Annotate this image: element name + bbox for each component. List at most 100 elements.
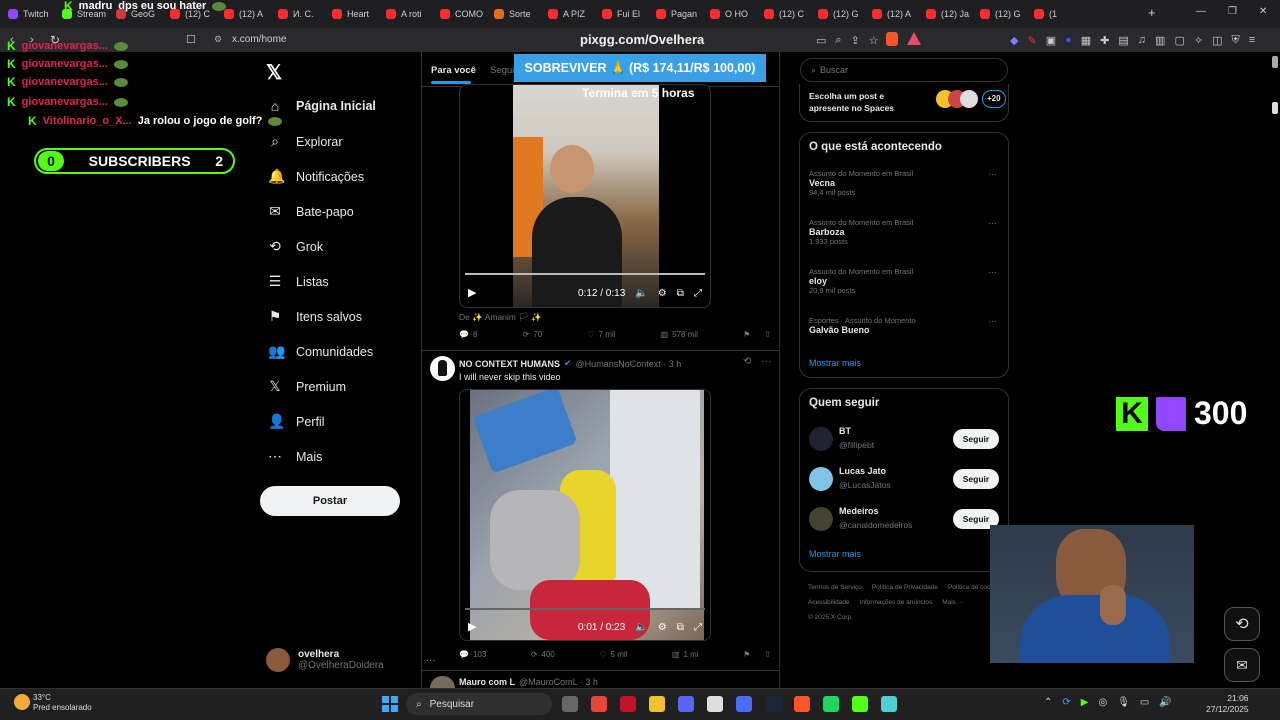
obs-kick-icon[interactable]: [852, 696, 868, 712]
zoom-icon[interactable]: ⌕: [835, 34, 841, 47]
search-input[interactable]: ⌕ Buscar: [800, 58, 1008, 82]
browser-tab[interactable]: (12) A: [864, 0, 918, 28]
extension-icon[interactable]: ▣: [1046, 34, 1056, 47]
menu-icon[interactable]: ≡: [1249, 34, 1255, 47]
taskbar-search[interactable]: ⌕ Pesquisar: [406, 693, 552, 715]
browser-tab[interactable]: Fui El: [594, 0, 648, 28]
share-icon[interactable]: ⇧: [764, 650, 771, 659]
browser-tab[interactable]: (1: [1026, 0, 1080, 28]
follow-suggestion[interactable]: Medeiros @canaldomedeiros Seguir: [809, 505, 1001, 533]
browser-tab[interactable]: Sorte: [486, 0, 540, 28]
volume-icon[interactable]: 🔊: [1159, 697, 1171, 708]
windows-start-icon[interactable]: [382, 696, 398, 712]
more-icon[interactable]: ···: [761, 356, 771, 367]
discord-icon[interactable]: [678, 696, 694, 712]
like-button[interactable]: ♡ 5 mil: [599, 650, 627, 659]
show-more-link[interactable]: Mostrar mais: [809, 549, 861, 559]
chrome-icon[interactable]: [591, 696, 607, 712]
footer-link[interactable]: Acessibilidade: [808, 595, 850, 610]
more-icon[interactable]: ···: [988, 316, 997, 326]
wallet-icon[interactable]: ▤: [1118, 34, 1128, 47]
more-icon[interactable]: ···: [988, 218, 997, 228]
video-progress[interactable]: [465, 273, 705, 275]
pip-icon[interactable]: ⧉: [677, 288, 684, 299]
new-tab-icon[interactable]: +: [1148, 5, 1156, 20]
follow-suggestion[interactable]: Lucas Jato @LucasJatos Seguir: [809, 465, 1001, 493]
nav-item-premium[interactable]: 𝕏 Premium: [268, 378, 346, 395]
arrow-app-icon[interactable]: [736, 696, 752, 712]
post-button[interactable]: Postar: [260, 486, 400, 516]
volume-icon[interactable]: 🔈: [635, 622, 647, 633]
puzzle-icon[interactable]: ✚: [1100, 34, 1109, 47]
tab-for-you[interactable]: Para você: [431, 65, 476, 76]
pip-icon[interactable]: ⧉: [677, 622, 684, 633]
app-icon[interactable]: [707, 696, 723, 712]
reply-button[interactable]: 💬 8: [459, 330, 477, 339]
browser-tab[interactable]: A PIZ: [540, 0, 594, 28]
views-button[interactable]: ▥ 578 mil: [661, 330, 698, 339]
extension-icon[interactable]: ▦: [1081, 34, 1091, 47]
opera-icon[interactable]: [620, 696, 636, 712]
wallet2-icon[interactable]: ▢: [1174, 34, 1184, 47]
settings-icon[interactable]: ⚙: [658, 622, 667, 633]
video-source[interactable]: De ✨ Amanim 🏳 ✨: [459, 312, 542, 323]
browser-tab[interactable]: Pagan: [648, 0, 702, 28]
follow-button[interactable]: Seguir: [953, 469, 999, 489]
tab-following[interactable]: Segui: [490, 65, 514, 76]
trend-item[interactable]: Assunto do Momento em Brasil Vecna 94,4 mi…: [809, 169, 1001, 197]
trend-item[interactable]: Assunto do Momento em Brasil Barboza 1.933…: [809, 218, 1001, 246]
grok-float-icon[interactable]: ⟲: [1224, 607, 1260, 641]
like-button[interactable]: ♡ 7 mil: [587, 330, 615, 339]
browser-tab[interactable]: (12) Ja: [918, 0, 972, 28]
footer-link[interactable]: Informações de anúncios: [860, 595, 933, 610]
folder-icon[interactable]: [649, 696, 665, 712]
screen-icon[interactable]: ▭: [816, 34, 826, 47]
nav-item-perfil[interactable]: 👤 Perfil: [268, 413, 324, 430]
repost-button[interactable]: ⟳ 400: [531, 650, 555, 659]
browser-tab[interactable]: (12) G: [972, 0, 1026, 28]
grok-icon[interactable]: ⟲: [743, 356, 751, 367]
clock[interactable]: 21:06 27/12/2025: [1206, 693, 1249, 715]
follow-button[interactable]: Seguir: [953, 429, 999, 449]
chevron-up-icon[interactable]: ⌃: [1044, 697, 1052, 708]
bookmark-button[interactable]: ⚑ ⇧: [743, 330, 771, 339]
browser-tab[interactable]: A roti: [378, 0, 432, 28]
file-explorer-icon[interactable]: [562, 696, 578, 712]
nav-item-listas[interactable]: ☰ Listas: [268, 273, 329, 290]
author-name[interactable]: NO CONTEXT HUMANS: [459, 359, 560, 369]
scrollbar-up[interactable]: [1272, 56, 1278, 68]
video-progress[interactable]: [465, 608, 705, 610]
scrollbar-thumb[interactable]: [1272, 102, 1278, 114]
author-name[interactable]: Mauro com L: [459, 677, 515, 687]
shield-icon[interactable]: ⛨: [1231, 34, 1239, 47]
browser-tab[interactable]: И. С.: [270, 0, 324, 28]
extension-icon[interactable]: ●: [1065, 34, 1072, 47]
bookmark-page-icon[interactable]: ☐: [186, 33, 196, 46]
nav-item-bate-papo[interactable]: ✉ Bate-papo: [268, 203, 354, 220]
settings-icon[interactable]: ⚙: [658, 288, 667, 299]
notes-icon[interactable]: [881, 696, 897, 712]
nav-item-notifica-es[interactable]: 🔔 Notificações: [268, 168, 364, 185]
browser-tab[interactable]: Twitch: [0, 0, 54, 28]
share-icon[interactable]: ⇪: [851, 34, 860, 47]
nav-item-p-gina-inicial[interactable]: ⌂ Página Inicial: [268, 98, 376, 114]
show-more-link[interactable]: Mostrar mais: [809, 358, 861, 368]
more-icon[interactable]: ···: [988, 169, 997, 179]
ai-icon[interactable]: ✧: [1194, 34, 1203, 47]
trend-item[interactable]: Esportes · Assunto do Momento Galvão Buen…: [809, 316, 1001, 335]
minimize-icon[interactable]: —: [1196, 6, 1206, 17]
video-player[interactable]: [459, 389, 711, 641]
extension-icon[interactable]: ◆: [1010, 34, 1018, 47]
nav-item-mais[interactable]: ⋯ Mais: [268, 448, 322, 465]
footer-link[interactable]: © 2025 X Corp.: [808, 610, 853, 625]
sidebar-icon[interactable]: ▥: [1155, 34, 1165, 47]
brave-shield-icon[interactable]: [886, 32, 898, 46]
browser-tab[interactable]: Heart: [324, 0, 378, 28]
steam-icon[interactable]: [765, 696, 781, 712]
reply-button[interactable]: 💬 103: [459, 650, 486, 659]
play-tray-icon[interactable]: ▶: [1081, 697, 1089, 708]
browser-tab[interactable]: (12) G: [810, 0, 864, 28]
footer-link[interactable]: Política de Privacidade: [872, 580, 938, 595]
music-icon[interactable]: ♫: [1138, 34, 1146, 47]
site-info-icon[interactable]: ⚙: [214, 34, 222, 45]
